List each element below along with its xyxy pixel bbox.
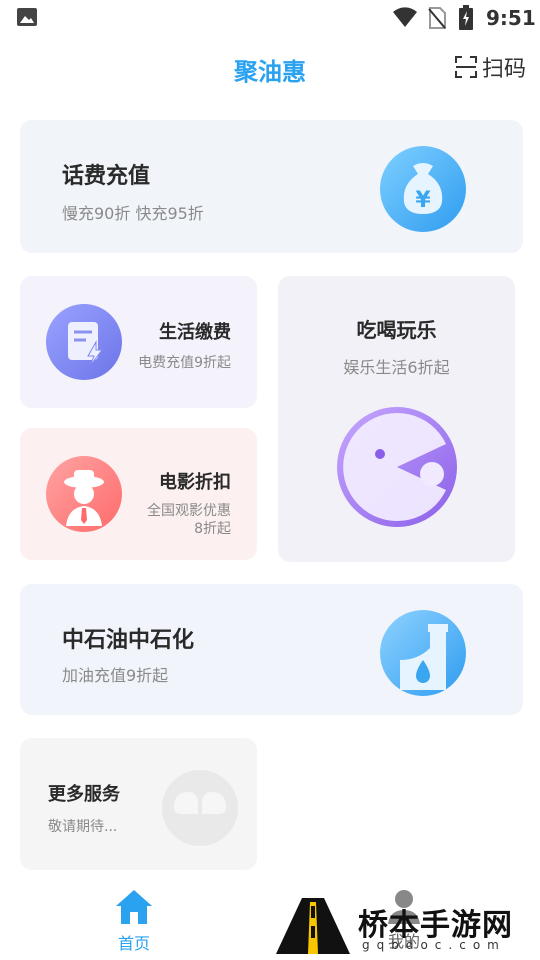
phone-recharge-subtitle: 慢充90折 快充95折 — [62, 204, 204, 223]
phone-recharge-card[interactable]: 话费充值 慢充90折 快充95折 ¥ — [20, 120, 523, 253]
nav-home-label: 首页 — [117, 934, 150, 953]
fuel-drop-icon — [380, 610, 466, 696]
more-services-title: 更多服务 — [48, 784, 120, 805]
watermark-logo-icon — [276, 898, 350, 954]
scan-icon — [455, 56, 477, 78]
watermark-url: gqbdoc.com — [362, 938, 506, 952]
more-services-card[interactable]: 更多服务 敬请期待... — [20, 738, 257, 870]
entertainment-card[interactable]: 吃喝玩乐 娱乐生活6折起 — [278, 276, 515, 562]
pacman-icon — [337, 407, 457, 527]
phone-recharge-title: 话费充值 — [62, 164, 151, 189]
no-sim-icon — [428, 7, 446, 29]
life-payment-subtitle: 电费充值9折起 — [138, 355, 231, 371]
fuel-recharge-card[interactable]: 中石油中石化 加油充值9折起 — [20, 584, 523, 715]
more-services-icon — [162, 770, 238, 846]
status-bar: 9:51 — [0, 0, 540, 36]
movie-person-icon — [46, 456, 122, 532]
scan-label: 扫码 — [482, 57, 527, 82]
nav-home-tab[interactable]: 首页 — [98, 888, 170, 958]
fuel-recharge-title: 中石油中石化 — [62, 628, 195, 653]
more-services-subtitle: 敬请期待... — [48, 819, 118, 835]
movie-discount-title: 电影折扣 — [159, 472, 231, 493]
home-icon — [116, 890, 152, 924]
life-payment-card[interactable]: 生活缴费 电费充值9折起 — [20, 276, 257, 408]
wifi-icon — [393, 7, 417, 27]
fuel-recharge-subtitle: 加油充值9折起 — [62, 666, 169, 685]
watermark: 桥本手游网 gqbdoc.com — [274, 896, 540, 960]
movie-discount-subtitle-line1: 全国观影优惠 — [147, 503, 231, 519]
battery-icon — [459, 5, 473, 30]
movie-discount-subtitle-line2: 8折起 — [194, 521, 231, 537]
status-time: 9:51 — [486, 6, 536, 30]
image-icon — [17, 8, 37, 26]
scan-button[interactable]: 扫码 — [454, 52, 526, 82]
movie-discount-card[interactable]: 电影折扣 全国观影优惠 8折起 — [20, 428, 257, 560]
bill-icon — [46, 304, 122, 380]
entertainment-subtitle: 娱乐生活6折起 — [343, 358, 450, 377]
life-payment-title: 生活缴费 — [159, 322, 231, 343]
money-bag-icon: ¥ — [380, 146, 466, 232]
svg-text:¥: ¥ — [415, 188, 431, 213]
entertainment-title: 吃喝玩乐 — [356, 318, 437, 342]
